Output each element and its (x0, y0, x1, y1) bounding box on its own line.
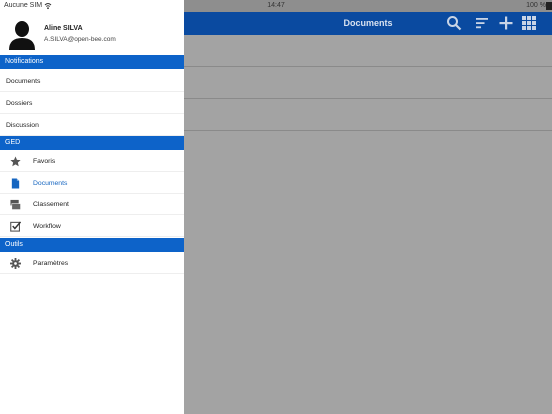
menu-item-label: Documents (33, 180, 68, 187)
menu-item-workflow[interactable]: Workflow (0, 216, 184, 237)
profile-name: Aline SILVA (44, 25, 83, 32)
section-ged: GED (0, 136, 184, 150)
star-icon (10, 156, 21, 167)
status-battery: 100 % (526, 2, 546, 9)
row-divider (184, 98, 552, 99)
menu-item-documents[interactable]: Documents (0, 173, 184, 194)
menu-item-label: Classement (33, 201, 69, 208)
status-carrier: Aucune SIM (4, 2, 43, 9)
avatar-icon (9, 21, 35, 50)
menu-item-dossiers[interactable]: Dossiers (0, 93, 184, 114)
document-icon (11, 178, 20, 189)
nav-title: Documents (343, 18, 393, 28)
grid-icon[interactable] (521, 15, 537, 31)
menu-item-label: Workflow (33, 223, 61, 230)
menu-item-label: Paramètres (33, 260, 69, 267)
menu-item-discussion[interactable]: Discussion (0, 115, 184, 136)
plus-icon[interactable] (498, 15, 514, 31)
row-divider (184, 130, 552, 131)
menu-item-parametres[interactable]: Paramètres (0, 253, 184, 274)
menu-item-label: Favoris (33, 158, 56, 165)
wifi-icon (44, 3, 52, 10)
row-divider (184, 66, 552, 67)
section-outils: Outils (0, 238, 184, 252)
gear-icon (10, 258, 21, 269)
profile-email: A.SILVA@open-bee.com (44, 36, 116, 43)
search-icon[interactable] (446, 15, 462, 31)
folder-stack-icon (10, 199, 21, 210)
sort-icon[interactable] (474, 15, 490, 31)
battery-icon (546, 2, 552, 10)
profile-header[interactable]: Aline SILVA A.SILVA@open-bee.com (0, 12, 184, 55)
menu-item-favoris[interactable]: Favoris (0, 151, 184, 172)
checkbox-icon (10, 221, 21, 232)
menu-item-classement[interactable]: Classement (0, 194, 184, 215)
section-notifications: Notifications (0, 55, 184, 69)
side-drawer: Aucune SIM Aline SILVA A.SILVA@open-bee.… (0, 0, 184, 414)
menu-item-documents-notifications[interactable]: Documents (0, 71, 184, 92)
